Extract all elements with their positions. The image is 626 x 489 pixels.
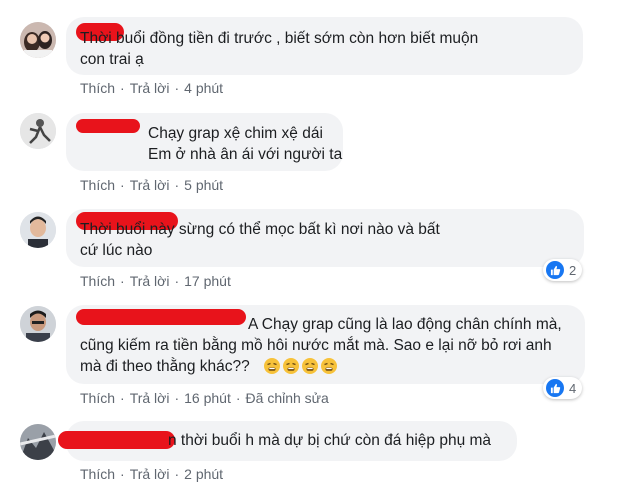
comment-actions: Thích · Trả lời · 17 phút: [80, 273, 231, 289]
comment-text-line1: A Chạy grap cũng là lao động chân chính …: [248, 316, 562, 333]
reply-link[interactable]: Trả lời: [130, 390, 170, 406]
like-link[interactable]: Thích: [80, 466, 115, 482]
reply-link[interactable]: Trả lời: [130, 466, 170, 482]
like-thumb-icon: [546, 379, 564, 397]
redacted-author: [76, 119, 140, 133]
timestamp[interactable]: 16 phút: [184, 390, 231, 406]
edited-label[interactable]: Đã chỉnh sửa: [246, 390, 329, 406]
avatar-photo-icon: [20, 212, 56, 248]
like-link[interactable]: Thích: [80, 390, 115, 406]
separator: ·: [120, 177, 125, 193]
reaction-summary[interactable]: 4: [543, 377, 583, 399]
comment-text: n thời buổi h mà dự bị chứ còn đá hiệp p…: [168, 432, 492, 449]
comment-actions: Thích · Trả lời · 16 phút · Đã chỉnh sửa: [80, 390, 329, 406]
avatar-photo-icon: [20, 113, 56, 149]
avatar[interactable]: [20, 212, 56, 248]
redacted-author: [58, 431, 175, 449]
reaction-count: 4: [569, 380, 577, 396]
weary-face-emoji-icon: [264, 358, 280, 374]
avatar-photo-icon: [20, 306, 56, 342]
separator: ·: [174, 466, 180, 482]
timestamp[interactable]: 4 phút: [184, 80, 223, 96]
comment-actions: Thích · Trả lời · 4 phút: [80, 80, 223, 96]
reply-link[interactable]: Trả lời: [130, 80, 170, 96]
separator: ·: [120, 80, 125, 96]
weary-face-emoji-icon: [283, 358, 299, 374]
reply-link[interactable]: Trả lời: [130, 177, 170, 193]
comment-text: Thời buổi đồng tiền đi trước , biết sớm …: [80, 30, 479, 68]
separator: ·: [235, 390, 241, 406]
timestamp[interactable]: 5 phút: [184, 177, 223, 193]
weary-face-emoji-icon: [302, 358, 318, 374]
like-link[interactable]: Thích: [80, 273, 115, 289]
separator: ·: [174, 273, 180, 289]
avatar-photo-icon: [20, 22, 56, 58]
separator: ·: [120, 390, 125, 406]
separator: ·: [174, 390, 180, 406]
comment-text: Chạy grap xệ chim xệ dái Em ở nhà ân ái …: [148, 125, 343, 163]
timestamp[interactable]: 2 phút: [184, 466, 223, 482]
avatar[interactable]: [20, 306, 56, 342]
like-link[interactable]: Thích: [80, 177, 115, 193]
avatar-photo-icon: [20, 424, 56, 460]
reply-link[interactable]: Trả lời: [130, 273, 170, 289]
like-thumb-icon: [546, 261, 564, 279]
separator: ·: [120, 273, 125, 289]
like-link[interactable]: Thích: [80, 80, 115, 96]
redacted-author: [76, 309, 246, 325]
comment-actions: Thích · Trả lời · 2 phút: [80, 466, 223, 482]
avatar[interactable]: [20, 113, 56, 149]
separator: ·: [174, 80, 180, 96]
weary-face-emoji-icon: [321, 358, 337, 374]
timestamp[interactable]: 17 phút: [184, 273, 231, 289]
avatar[interactable]: [20, 424, 56, 460]
reaction-summary[interactable]: 2: [543, 259, 583, 281]
separator: ·: [174, 177, 180, 193]
comment-actions: Thích · Trả lời · 5 phút: [80, 177, 223, 193]
avatar[interactable]: [20, 22, 56, 58]
emoji-row: [264, 358, 340, 377]
comment-text: Thời buổi này sừng có thể mọc bất kì nơi…: [80, 221, 440, 259]
separator: ·: [120, 466, 125, 482]
reaction-count: 2: [569, 262, 577, 278]
